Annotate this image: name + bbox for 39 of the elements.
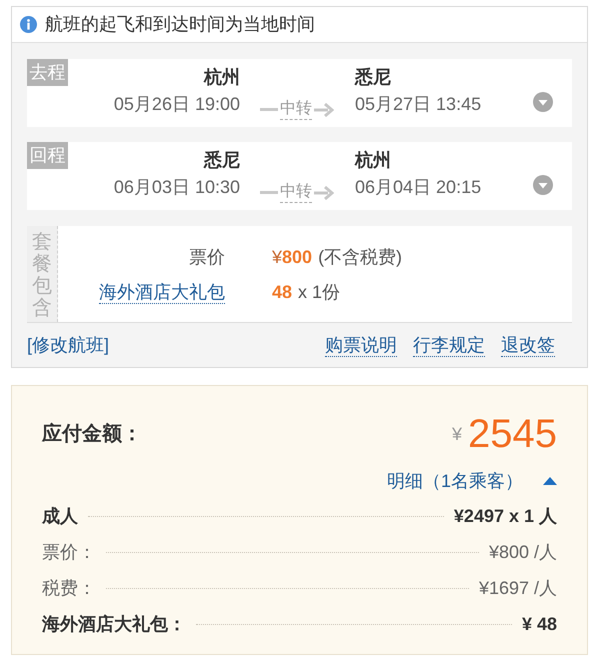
footer-link[interactable]: 行李规定	[413, 334, 485, 356]
arrival-city: 悉尼	[355, 66, 391, 89]
total-amount: 2545	[468, 412, 557, 456]
chevron-icon[interactable]	[533, 92, 553, 112]
fee-label: 票价：	[42, 540, 96, 564]
package-item-name: 票价	[189, 246, 225, 268]
package-item-price: ¥800	[272, 246, 312, 268]
fee-value: ¥800 /人	[488, 540, 557, 564]
package-item-price: 48	[272, 280, 292, 304]
segment-label: 回程	[27, 142, 68, 169]
arrow-icon	[314, 102, 334, 116]
fee-value: ¥1697 /人	[478, 576, 557, 600]
fee-label: 成人	[42, 504, 78, 528]
package-label: 套餐包含	[32, 231, 52, 321]
currency-symbol: ¥	[452, 422, 462, 446]
chevron-icon[interactable]	[533, 175, 553, 195]
fee-value: ¥2497 x 1 人	[454, 504, 557, 528]
edit-flight-link[interactable]: [修改航班]	[27, 332, 110, 358]
details-toggle[interactable]: 明细（1名乘客）	[386, 469, 557, 493]
amount-label: 应付金额：	[42, 422, 142, 447]
fee-label: 海外酒店大礼包：	[42, 612, 186, 636]
notice-text: 航班的起飞和到达时间为当地时间	[45, 13, 315, 36]
departure-time: 06月03日 10:30	[114, 176, 240, 199]
arrival-time: 06月04日 20:15	[355, 176, 482, 199]
footer-link[interactable]: 退改签	[501, 334, 555, 356]
fee-label: 税费：	[42, 576, 96, 600]
arrow-icon	[314, 186, 334, 200]
departure-city: 悉尼	[204, 149, 240, 172]
departure-city: 杭州	[204, 66, 240, 89]
arrival-time: 05月27日 13:45	[355, 93, 482, 116]
footer-link[interactable]: 购票说明	[325, 334, 397, 356]
package-item-link[interactable]: 海外酒店大礼包	[99, 280, 225, 304]
departure-time: 05月26日 19:00	[114, 93, 240, 116]
package-item-note: (不含税费)	[318, 246, 402, 269]
arrival-city: 杭州	[355, 149, 391, 172]
segment-label: 去程	[27, 59, 68, 86]
package-item-note: x 1份	[298, 280, 340, 304]
fee-value: ¥ 48	[522, 612, 557, 636]
info-icon	[20, 16, 37, 33]
